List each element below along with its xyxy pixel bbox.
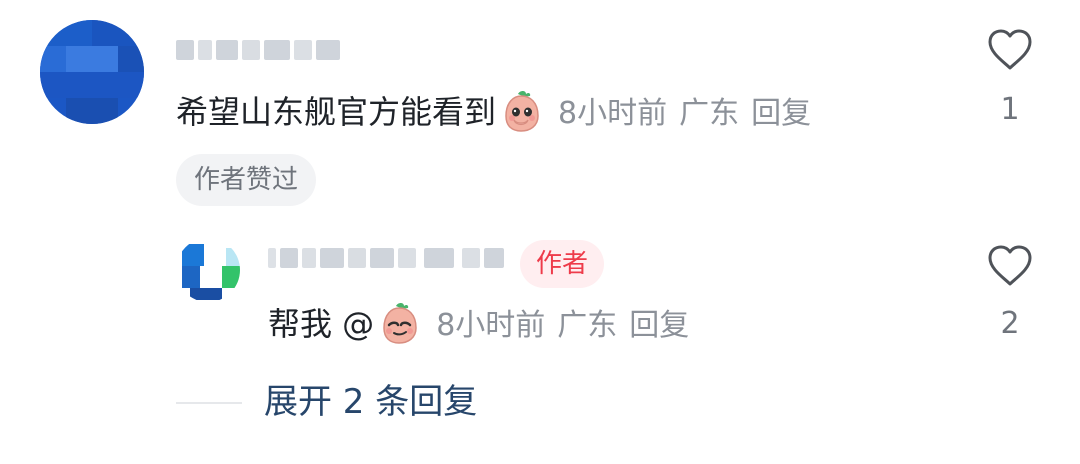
comment-reply-button[interactable]: 回复 [751, 96, 811, 131]
reply-text: 帮我 @ [268, 305, 375, 343]
comment-location: 广东 [679, 96, 740, 131]
comment-text-line: 希望山东舰官方能看到 8小时前 广东 回复 [176, 90, 811, 134]
avatar-reply[interactable] [176, 238, 240, 302]
like-button-reply[interactable] [984, 242, 1036, 288]
expand-divider-line [176, 402, 242, 404]
username-main-pixelated[interactable] [176, 40, 356, 72]
like-count-main: 1 [1000, 92, 1020, 127]
author-badge: 作者 [520, 240, 605, 288]
heart-icon [988, 29, 1032, 70]
comment-text: 希望山东舰官方能看到 [176, 93, 497, 131]
author-liked-label: 作者赞过 [194, 165, 299, 195]
like-button-main[interactable] [984, 26, 1036, 72]
author-badge-label: 作者 [536, 249, 589, 279]
peach-emoji-icon [498, 88, 544, 134]
reply-text-line: 帮我 @ 8小时前 广东 回复 [268, 302, 689, 346]
comment-time: 8小时前 [558, 96, 668, 131]
reply-reply-button[interactable]: 回复 [629, 308, 689, 343]
reply-location: 广东 [557, 308, 618, 343]
username-reply-pixelated[interactable] [268, 248, 508, 280]
reply-time: 8小时前 [436, 308, 546, 343]
expand-replies-label: 展开 2 条回复 [264, 382, 478, 422]
avatar-main[interactable] [40, 20, 144, 124]
heart-icon [988, 245, 1032, 286]
reply-meta: 8小时前 广东 回复 [436, 308, 689, 343]
comment-meta: 8小时前 广东 回复 [558, 96, 811, 131]
like-count-reply: 2 [1000, 306, 1020, 341]
expand-replies-button[interactable]: 展开 2 条回复 [264, 380, 477, 424]
peach-smug-emoji-icon [376, 300, 422, 346]
author-liked-chip: 作者赞过 [176, 154, 317, 206]
